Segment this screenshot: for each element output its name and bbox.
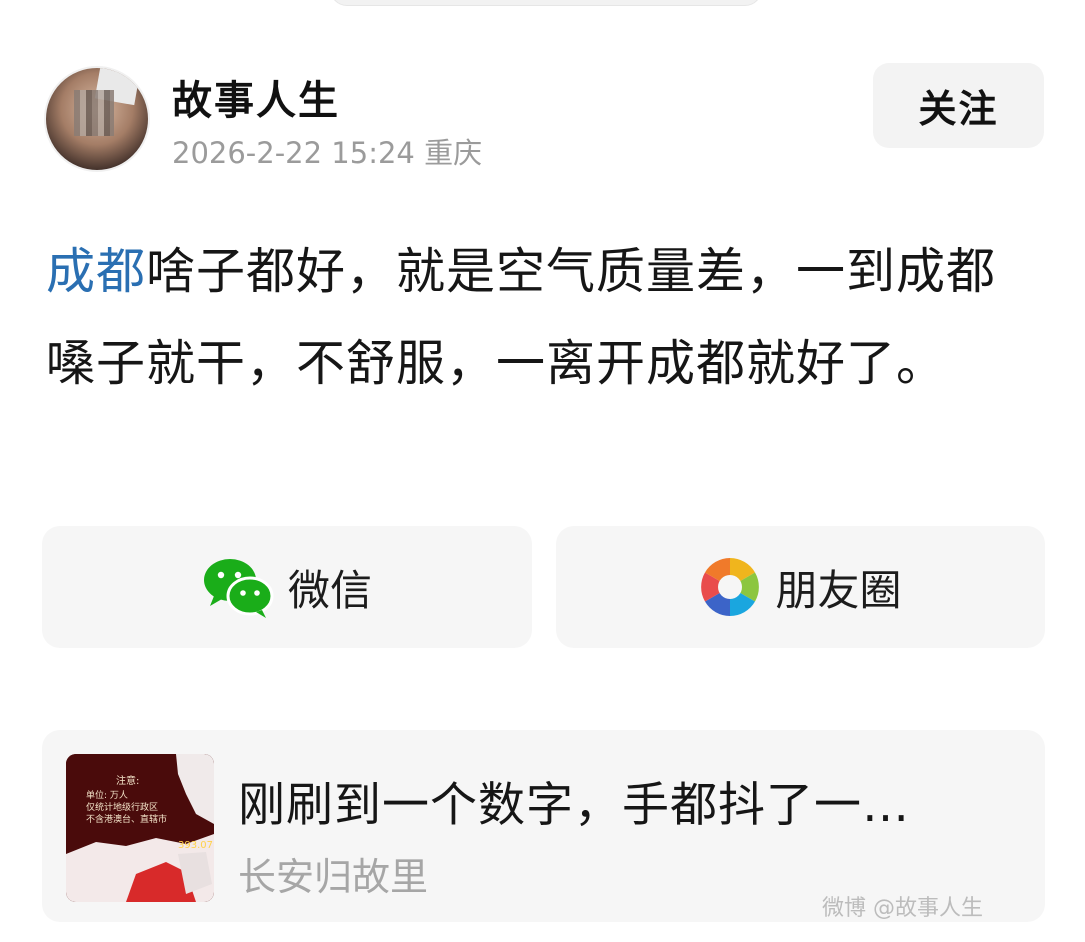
share-wechat-label: 微信 (287, 565, 372, 615)
thumb-note-title: 注意: (116, 774, 139, 787)
related-title: 刚刷到一个数字，手都抖了一… (238, 778, 910, 833)
moments-aperture-icon (701, 558, 760, 616)
wechat-icon (203, 559, 274, 618)
thumb-number: 393.07 (178, 840, 213, 851)
avatar[interactable] (44, 66, 150, 172)
follow-button[interactable]: 关注 (873, 63, 1044, 148)
avatar-mosaic (74, 90, 114, 136)
share-wechat-button[interactable]: 微信 (42, 526, 532, 648)
post-meta: 2026-2-22 15:24 重庆 (172, 136, 483, 170)
post-text: 啥子都好，就是空气质量差，一到成都嗓子就干，不舒服，一离开成都就好了。 (46, 243, 997, 392)
watermark: 微博 @故事人生 (822, 896, 983, 921)
share-moments-label: 朋友圈 (775, 565, 902, 615)
thumb-note-exclude: 不含港澳台、直辖市 (86, 813, 167, 825)
thumb-note-scope: 仅统计地级行政区 (86, 801, 158, 813)
author-name[interactable]: 故事人生 (172, 68, 340, 126)
thumb-note-unit: 单位: 万人 (86, 789, 128, 801)
related-source: 长安归故里 (238, 855, 429, 899)
post-body: 成都啥子都好，就是空气质量差，一到成都嗓子就干，不舒服，一离开成都就好了。 (46, 226, 1026, 410)
related-thumbnail: 注意: 单位: 万人 仅统计地级行政区 不含港澳台、直辖市 393.07 (66, 754, 214, 902)
share-moments-button[interactable]: 朋友圈 (556, 526, 1045, 648)
city-link[interactable]: 成都 (46, 243, 146, 300)
top-search-pill (330, 0, 762, 6)
